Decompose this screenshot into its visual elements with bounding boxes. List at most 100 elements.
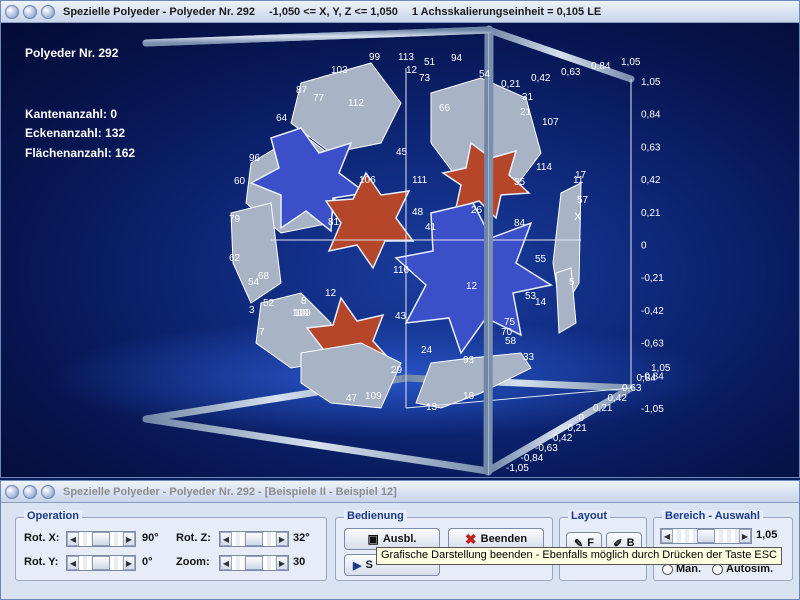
chevron-left-icon[interactable]: ◀ [67, 532, 79, 546]
rot-x-value: 90° [142, 532, 159, 544]
chevron-right-icon[interactable]: ▶ [739, 529, 751, 543]
chevron-left-icon[interactable]: ◀ [67, 556, 79, 570]
title-range: -1,050 <= X, Y, Z <= 1,050 [268, 5, 398, 18]
axis-tick-top: 0,63 [561, 67, 581, 78]
vertex-label: 8 [301, 296, 307, 307]
close-icon: ✖ [464, 530, 477, 547]
chevron-right-icon[interactable]: ▶ [276, 532, 288, 546]
operation-label: Operation [24, 510, 82, 522]
window-menu-button[interactable] [5, 4, 19, 19]
vertex-label: 48 [412, 207, 424, 218]
vertex-label: 64 [276, 113, 288, 124]
bereich-slider[interactable]: ◀ ▶ [660, 528, 752, 544]
axis-tick-bottom: -0,42 [550, 433, 573, 444]
axis-tick-right: 0,21 [641, 208, 661, 219]
slider-thumb[interactable] [92, 556, 110, 570]
axis-tick-right: 0,63 [641, 142, 661, 153]
vertex-label: 21 [520, 107, 532, 118]
vertex-label: 109 [365, 391, 382, 402]
rot-x-label: Rot. X: [24, 532, 60, 544]
vertex-count: Eckenanzahl: 132 [25, 126, 126, 140]
window-title: Spezielle Polyeder - Polyeder Nr. 292 [63, 5, 255, 18]
layout-label: Layout [568, 510, 611, 522]
slider-thumb[interactable] [245, 556, 263, 570]
vertex-label: 99 [369, 52, 381, 63]
vertex-label: 66 [439, 103, 451, 114]
vertex-label: 41 [425, 222, 437, 233]
control-title: Spezielle Polyeder - Polyeder Nr. 292 - … [63, 485, 397, 498]
ctrl-minimize-button[interactable] [23, 484, 37, 499]
vertex-label: 70 [501, 327, 513, 338]
ctrl-menu-button[interactable] [5, 484, 19, 499]
axis-tick-bottom: -1,05 [506, 463, 529, 474]
axis-tick-right: 0,42 [641, 175, 661, 186]
chevron-left-icon[interactable]: ◀ [661, 529, 673, 543]
chevron-left-icon[interactable]: ◀ [220, 532, 232, 546]
axis-tick-bottom: -0,21 [564, 423, 587, 434]
vertex-label: 51 [424, 57, 436, 68]
rot-y-slider[interactable]: ◀ ▶ [66, 555, 136, 571]
vertex-label: 26 [471, 205, 483, 216]
beenden-label: Beenden [480, 533, 528, 545]
axis-tick-right: -1,05 [641, 404, 664, 415]
axis-tick-bottom: 1,05 [651, 363, 671, 374]
control-window: Spezielle Polyeder - Polyeder Nr. 292 - … [0, 480, 800, 600]
vertex-label: 12 [406, 65, 418, 76]
vertex-label: 54 [248, 277, 260, 288]
vertex-label: 79 [229, 214, 241, 225]
3d-scene[interactable]: 1,05 0,84 0,63 0,42 0,21 0 -0,21 -0,42 -0,63 -0,8… [1, 23, 799, 477]
vertex-label: 55 [535, 254, 547, 265]
vertex-label: 35 [514, 177, 526, 188]
axis-tick-bottom: 0,21 [593, 403, 613, 414]
window-maximize-button[interactable] [41, 4, 55, 19]
bedienung-label: Bedienung [344, 510, 407, 522]
rot-z-label: Rot. Z: [176, 532, 211, 544]
radio-autosim[interactable] [712, 564, 723, 575]
vertex-label: 73 [419, 73, 431, 84]
tooltip: Grafische Darstellung beenden - Ebenfall… [376, 547, 782, 565]
zoom-slider[interactable]: ◀ ▶ [219, 555, 289, 571]
vertex-label: 68 [258, 271, 270, 282]
zoom-label: Zoom: [176, 556, 210, 568]
axis-tick-right: 0,84 [641, 110, 661, 121]
vertex-label: 60 [234, 176, 246, 187]
vertex-label: 77 [313, 93, 325, 104]
bereich-label: Bereich - Auswahl [662, 510, 763, 522]
vertex-label: 100 [294, 308, 311, 319]
graphics-window: Spezielle Polyeder - Polyeder Nr. 292 -1… [0, 0, 800, 478]
vertex-label: 33 [523, 352, 535, 363]
title-scale: 1 Achsskalierungseinheit = 0,105 LE [411, 5, 602, 18]
chevron-left-icon[interactable]: ◀ [220, 556, 232, 570]
ausbl-label: Ausbl. [382, 533, 417, 545]
axis-tick-bottom: 0,84 [637, 373, 657, 384]
vertex-label: 93 [463, 355, 475, 366]
vertex-label: 14 [535, 297, 547, 308]
vertex-label: 54 [479, 69, 491, 80]
chevron-right-icon[interactable]: ▶ [123, 556, 135, 570]
rot-z-slider[interactable]: ◀ ▶ [219, 531, 289, 547]
vertex-label: 114 [536, 162, 552, 173]
rot-y-value: 0° [142, 556, 153, 568]
ctrl-maximize-button[interactable] [41, 484, 55, 499]
axis-tick-right: -0,21 [641, 273, 664, 284]
slider-thumb[interactable] [245, 532, 263, 546]
polyhedron-name: Polyeder Nr. 292 [25, 46, 119, 60]
chevron-right-icon[interactable]: ▶ [276, 556, 288, 570]
slider-thumb[interactable] [92, 532, 110, 546]
axis-tick-bottom: 0,42 [608, 393, 628, 404]
scene-canvas: 1,050,840,630,420,210-0,21-0,42-0,63-0,8… [51, 25, 711, 476]
axis-tick-bottom: -0,84 [521, 453, 544, 464]
vertex-label: 18 [463, 391, 475, 402]
chevron-right-icon[interactable]: ▶ [123, 532, 135, 546]
rot-x-slider[interactable]: ◀ ▶ [66, 531, 136, 547]
control-titlebar: Spezielle Polyeder - Polyeder Nr. 292 - … [1, 481, 799, 503]
radio-man[interactable] [662, 564, 673, 575]
axis-tick-top: 0,84 [591, 61, 611, 72]
vertex-label: 84 [514, 218, 526, 229]
vertex-label: 3 [249, 305, 255, 316]
vertex-label: 116 [393, 265, 409, 276]
slider-thumb[interactable] [697, 529, 715, 543]
vertex-label: 52 [263, 298, 275, 309]
window-minimize-button[interactable] [23, 4, 37, 19]
axis-tick-top: 0,21 [501, 79, 521, 90]
